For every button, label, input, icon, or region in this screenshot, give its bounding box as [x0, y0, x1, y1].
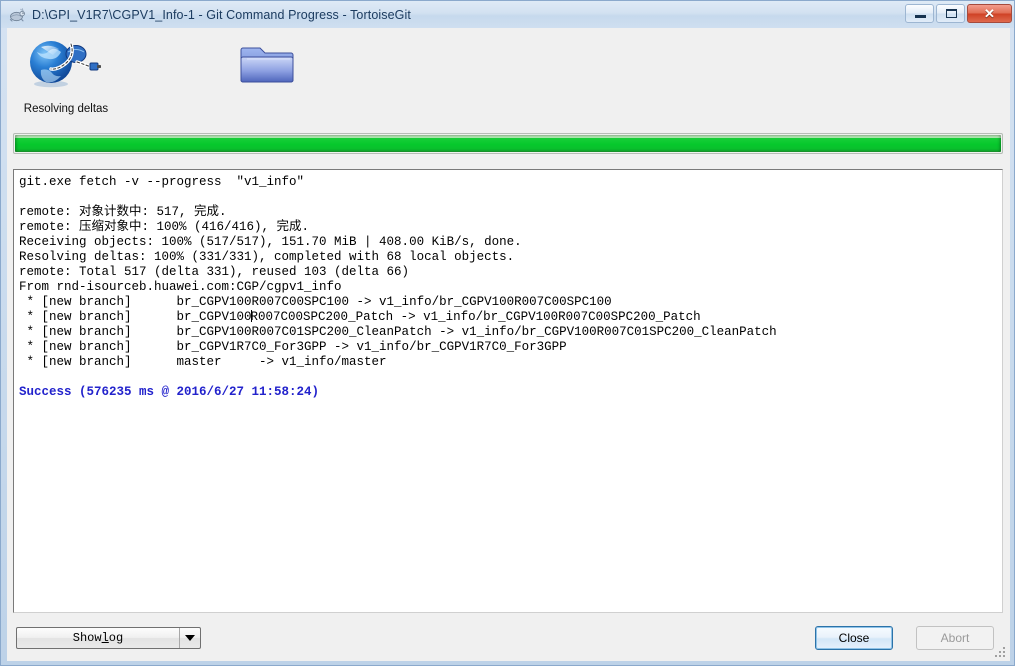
command-output-log[interactable]: git.exe fetch -v --progress "v1_info" re…	[13, 169, 1003, 613]
log-line: Resolving deltas: 100% (331/331), comple…	[19, 250, 515, 264]
log-line: remote: Total 517 (delta 331), reused 10…	[19, 265, 410, 279]
log-line: * [new branch] br_CGPV100R007C00SPC200_P…	[19, 310, 701, 324]
tortoise-icon	[8, 6, 26, 24]
close-window-button[interactable]: ✕	[967, 4, 1012, 23]
maximize-button[interactable]	[936, 4, 965, 23]
window-title: D:\GPI_V1R7\CGPV1_Info-1 - Git Command P…	[32, 7, 411, 22]
progress-bar-fill	[15, 135, 1001, 152]
show-log-button[interactable]: Show l og	[17, 628, 179, 648]
show-log-label-after: og	[108, 631, 124, 645]
show-log-label-accel: l	[101, 631, 109, 645]
show-log-split-button[interactable]: Show l og	[16, 627, 201, 649]
log-line: git.exe fetch -v --progress "v1_info"	[19, 175, 305, 189]
log-line: Success (576235 ms @ 2016/6/27 11:58:24)	[19, 385, 320, 399]
log-line: * [new branch] br_CGPV1R7C0_For3GPP -> v…	[19, 340, 567, 354]
close-icon: ✕	[984, 6, 995, 21]
log-line: Receiving objects: 100% (517/517), 151.7…	[19, 235, 522, 249]
title-bar[interactable]: D:\GPI_V1R7\CGPV1_Info-1 - Git Command P…	[1, 1, 1014, 28]
git-command-progress-window: D:\GPI_V1R7\CGPV1_Info-1 - Git Command P…	[0, 0, 1015, 666]
dialog-footer: Show l og Close Abort	[7, 622, 1010, 661]
operation-icon-strip: Resolving deltas	[7, 28, 1010, 124]
globe-network-icon	[11, 32, 121, 99]
destination-folder-icon-group	[217, 37, 317, 94]
log-line: remote: 压缩对象中: 100% (416/416), 完成.	[19, 220, 310, 234]
text-caret	[250, 310, 252, 322]
maximize-icon	[946, 9, 957, 18]
log-line: remote: 对象计数中: 517, 完成.	[19, 205, 227, 219]
log-line: * [new branch] master -> v1_info/master	[19, 355, 387, 369]
chevron-down-icon	[185, 635, 195, 641]
folder-icon	[217, 37, 317, 94]
minimize-icon	[915, 15, 926, 18]
window-controls: ✕	[905, 4, 1012, 23]
log-line: From rnd-isourceb.huawei.com:CGP/cgpv1_i…	[19, 280, 342, 294]
show-log-label-before: Show	[72, 631, 102, 645]
resize-grip[interactable]	[994, 646, 1007, 659]
abort-button: Abort	[916, 626, 994, 650]
close-button[interactable]: Close	[815, 626, 893, 650]
show-log-dropdown-button[interactable]	[179, 628, 200, 648]
dialog-client-area: Resolving deltas git.exe fetch -v --prog…	[7, 28, 1010, 661]
operation-status-label: Resolving deltas	[23, 103, 109, 115]
network-status-icon-group: Resolving deltas	[11, 32, 121, 115]
log-line: * [new branch] br_CGPV100R007C00SPC100 -…	[19, 295, 612, 309]
progress-bar	[13, 133, 1003, 154]
minimize-button[interactable]	[905, 4, 934, 23]
log-line: * [new branch] br_CGPV100R007C01SPC200_C…	[19, 325, 777, 339]
